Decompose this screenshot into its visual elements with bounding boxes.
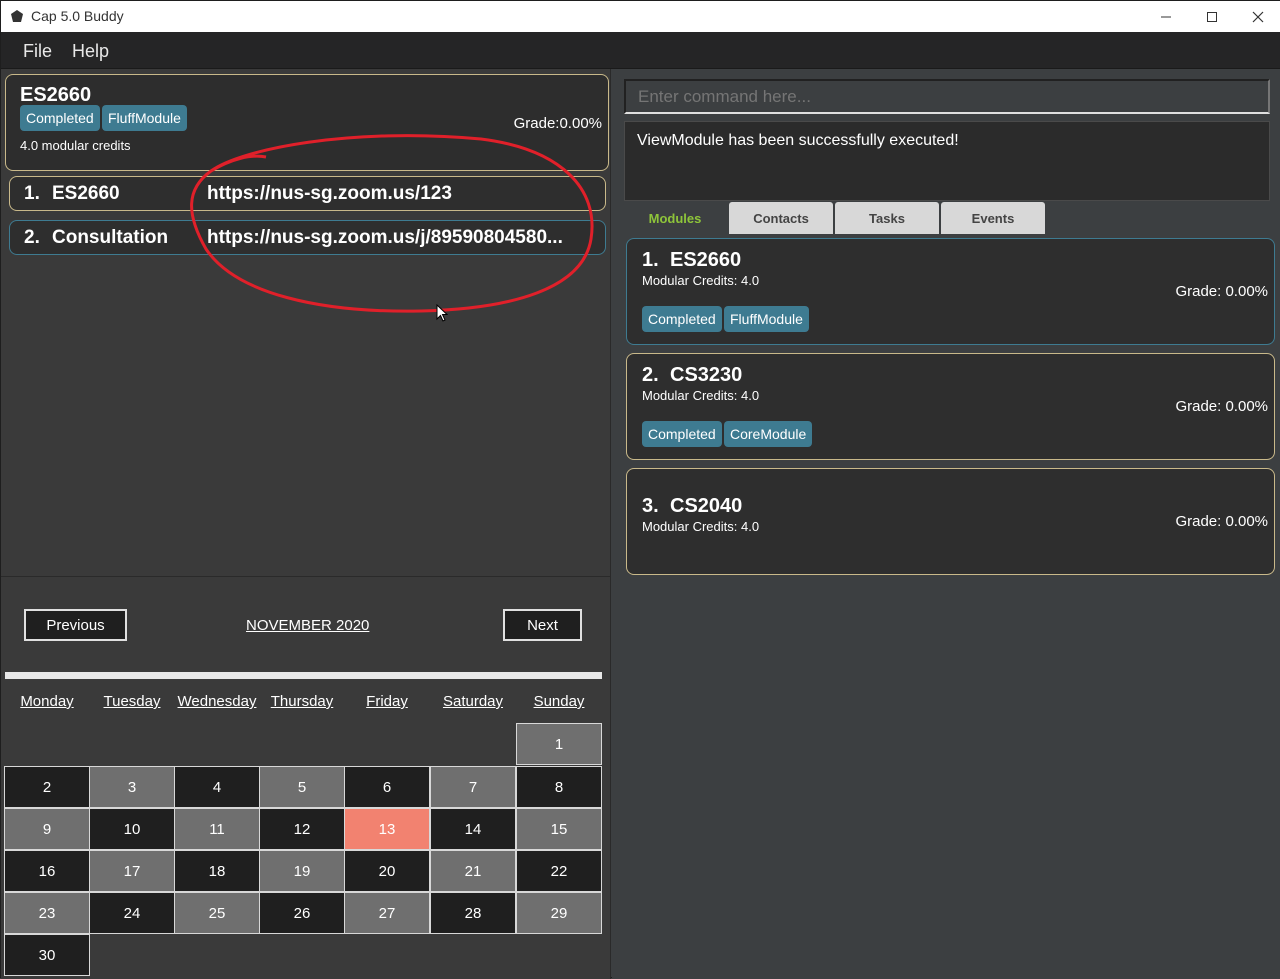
menu-bar: File Help [1,32,1280,69]
minimize-button[interactable] [1143,1,1189,32]
calendar-day[interactable]: 2 [4,766,90,808]
module-credits: Modular Credits: 4.0 [642,519,760,534]
module-card[interactable]: 2. CS3230 Modular Credits: 4.0 Grade: 0.… [626,353,1275,460]
command-input[interactable] [624,79,1270,114]
calendar-day[interactable]: 8 [516,766,602,808]
calendar-day[interactable]: 19 [259,850,345,892]
calendar-day[interactable]: 1 [516,723,602,765]
calendar-day[interactable]: 17 [89,850,175,892]
calendar-day[interactable]: 26 [259,892,345,934]
red-circle-annotation [190,134,594,313]
tab-contacts[interactable]: Contacts [729,202,833,234]
zoom-link-index: 1. [24,183,40,204]
weekday-label: Thursday [270,693,334,710]
module-type-badge: CoreModule [724,421,813,447]
weekday-label: Monday [20,693,74,710]
calendar-day[interactable]: 10 [89,808,175,850]
tab-modules[interactable]: Modules [623,202,727,234]
app-icon [11,10,23,22]
selected-module-credits: 4.0 modular credits [20,138,131,153]
calendar-day[interactable]: 5 [259,766,345,808]
calendar-day[interactable]: 3 [89,766,175,808]
right-panel: ViewModule has been successfully execute… [612,69,1280,979]
calendar-day[interactable]: 4 [174,766,260,808]
calendar-day[interactable]: 14 [430,808,516,850]
calendar-day[interactable]: 18 [174,850,260,892]
calendar-day[interactable]: 12 [259,808,345,850]
close-icon [1252,11,1264,22]
calendar-day[interactable]: 29 [516,892,602,934]
module-credits: Modular Credits: 4.0 [642,388,760,403]
menu-help[interactable]: Help [72,41,109,62]
module-code: CS3230 [670,364,743,386]
left-panel: ES2660 Completed FluffModule 4.0 modular… [1,69,611,979]
module-grade: Grade: 0.00% [1175,283,1268,300]
module-card[interactable]: 1. ES2660 Modular Credits: 4.0 Grade: 0.… [626,238,1275,345]
module-card[interactable]: 3. CS2040 Modular Credits: 4.0 Grade: 0.… [626,468,1275,575]
weekday-label: Saturday [442,693,504,710]
status-badge: Completed [642,421,722,447]
calendar-day[interactable]: 6 [344,766,430,808]
selected-module-code: ES2660 [20,84,92,106]
module-type-badge: FluffModule [724,306,809,332]
window-title: Cap 5.0 Buddy [31,8,124,24]
tab-tasks[interactable]: Tasks [835,202,939,234]
calendar-divider [1,576,611,577]
module-index: 1. [642,249,659,271]
weekday-label: Friday [366,693,408,710]
mouse-cursor-icon [436,304,448,322]
weekday-label: Wednesday [177,693,257,710]
zoom-link-name: Consultation [52,227,169,248]
calendar-day[interactable]: 7 [430,766,516,808]
calendar-day[interactable]: 16 [4,850,90,892]
menu-file[interactable]: File [23,41,52,62]
module-index: 2. [642,364,659,386]
calendar-day[interactable]: 13 [344,808,430,850]
calendar-day[interactable]: 15 [516,808,602,850]
app-window: Cap 5.0 Buddy File Help ES2660 Completed… [0,0,1280,979]
module-type-badge: FluffModule [102,105,187,131]
month-label: NOVEMBER 2020 [246,617,370,634]
status-badge: Completed [20,105,100,131]
tab-events[interactable]: Events [941,202,1045,234]
previous-month-button[interactable]: Previous [24,609,127,641]
maximize-icon [1207,11,1217,22]
calendar-day[interactable]: 30 [4,934,90,976]
calendar-day[interactable]: 28 [430,892,516,934]
calendar-day[interactable]: 23 [4,892,90,934]
module-code: CS2040 [670,495,743,517]
minimize-icon [1161,16,1171,17]
result-display: ViewModule has been successfully execute… [624,121,1270,201]
maximize-button[interactable] [1189,1,1235,32]
module-grade: Grade: 0.00% [1175,513,1268,530]
module-credits: Modular Credits: 4.0 [642,273,760,288]
close-button[interactable] [1235,1,1280,32]
calendar-day[interactable]: 25 [174,892,260,934]
next-month-button[interactable]: Next [503,609,582,641]
title-bar: Cap 5.0 Buddy [1,1,1280,32]
calendar-day[interactable]: 20 [344,850,430,892]
weekday-label: Sunday [533,693,585,710]
weekday-label: Tuesday [103,693,161,710]
status-badge: Completed [642,306,722,332]
calendar-day[interactable]: 11 [174,808,260,850]
calendar-bar [5,672,602,679]
calendar-day[interactable]: 24 [89,892,175,934]
module-index: 3. [642,495,659,517]
calendar-day[interactable]: 21 [430,850,516,892]
zoom-link-name: ES2660 [52,183,120,204]
calendar-day[interactable]: 9 [4,808,90,850]
module-code: ES2660 [670,249,742,271]
zoom-link-index: 2. [24,227,40,248]
module-grade: Grade: 0.00% [1175,398,1268,415]
calendar-day[interactable]: 27 [344,892,430,934]
calendar-day[interactable]: 22 [516,850,602,892]
